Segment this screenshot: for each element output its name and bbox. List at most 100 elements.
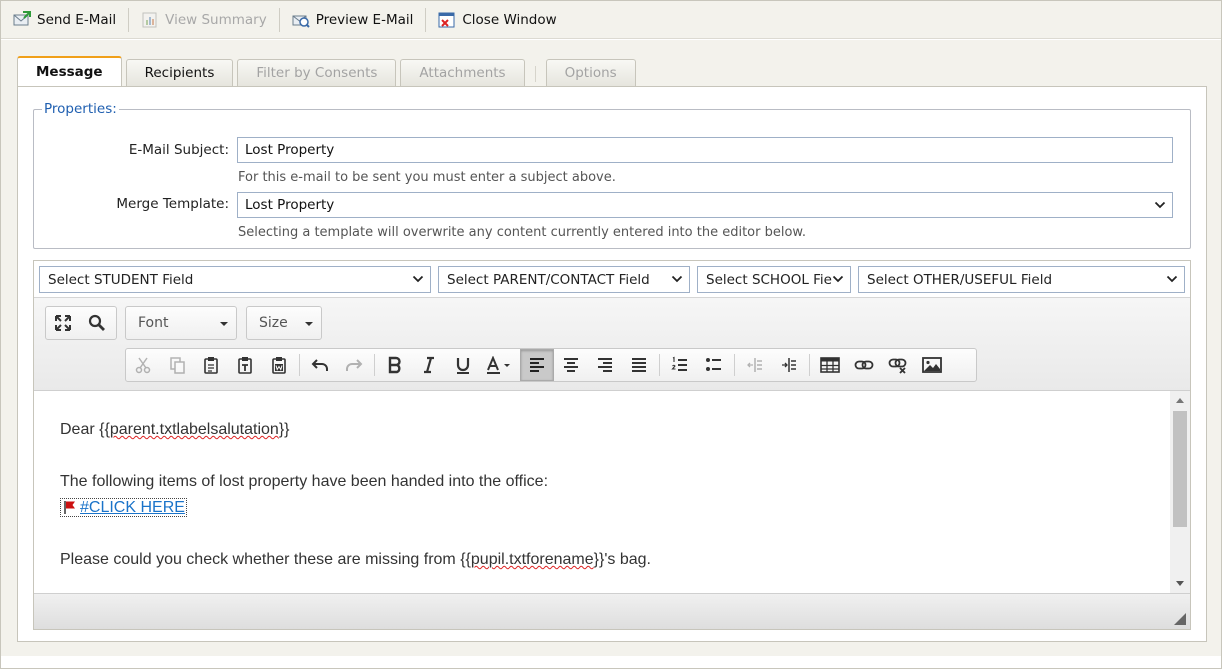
resize-grip-icon[interactable]	[1174, 613, 1186, 625]
numbered-list-button[interactable]	[663, 349, 697, 381]
parent-field-select[interactable]: Select PARENT/CONTACT Field	[438, 266, 690, 293]
send-email-button[interactable]: Send E-Mail	[9, 7, 120, 33]
body-line-1: The following items of lost property hav…	[60, 473, 549, 490]
paste-word-icon	[272, 357, 286, 374]
chevron-down-icon	[1166, 275, 1178, 283]
scroll-down-arrow-icon[interactable]	[1175, 580, 1185, 588]
redo-icon	[346, 359, 363, 371]
subject-hint: For this e-mail to be sent you must ente…	[238, 170, 616, 185]
remove-link-button[interactable]	[881, 349, 915, 381]
redo-button[interactable]	[337, 349, 371, 381]
send-email-label: Send E-Mail	[37, 11, 117, 28]
maximize-button[interactable]	[46, 307, 80, 339]
preview-mail-icon	[292, 11, 310, 29]
properties-legend: Properties:	[44, 101, 117, 117]
align-right-button[interactable]	[588, 349, 622, 381]
indent-button[interactable]	[772, 349, 806, 381]
cut-button[interactable]	[126, 349, 160, 381]
insert-image-button[interactable]	[915, 349, 949, 381]
align-left-icon	[530, 358, 544, 372]
email-window: Send E-Mail View Summary Preview E-Mail …	[0, 0, 1222, 669]
scissors-icon	[135, 357, 151, 374]
chevron-down-icon	[412, 275, 424, 283]
student-field-label: Select STUDENT Field	[48, 271, 194, 288]
bullet-list-button[interactable]	[697, 349, 731, 381]
tab-filter-by-consents[interactable]: Filter by Consents	[237, 59, 397, 86]
tab-strip: Message Recipients Filter by Consents At…	[17, 56, 640, 86]
greeting-suffix: }}	[278, 421, 290, 438]
chevron-down-icon	[671, 275, 683, 283]
paste-text-icon	[238, 357, 252, 374]
bold-button[interactable]	[378, 349, 412, 381]
fullscreen-icon	[55, 315, 71, 331]
summary-icon	[141, 11, 159, 29]
school-field-label: Select SCHOOL Field	[706, 271, 845, 288]
main-panel: Message Recipients Filter by Consents At…	[1, 40, 1221, 656]
align-left-button[interactable]	[520, 349, 554, 381]
italic-button[interactable]	[412, 349, 446, 381]
template-value: Lost Property	[245, 197, 335, 213]
school-field-select[interactable]: Select SCHOOL Field	[697, 266, 851, 293]
toolbar-divider	[659, 354, 660, 376]
outdent-button[interactable]	[738, 349, 772, 381]
align-right-icon	[598, 358, 612, 372]
message-tab-body: Properties: E-Mail Subject: Lost Propert…	[17, 86, 1207, 642]
paste-word-button[interactable]	[262, 349, 296, 381]
other-field-select[interactable]: Select OTHER/USEFUL Field	[858, 266, 1185, 293]
tab-attachments[interactable]: Attachments	[400, 59, 525, 86]
align-center-icon	[564, 358, 578, 372]
html-editor: Select STUDENT Field Select PARENT/CONTA…	[33, 260, 1191, 630]
find-button[interactable]	[80, 307, 114, 339]
paste-text-button[interactable]	[228, 349, 262, 381]
copy-icon	[170, 357, 185, 374]
numbered-list-icon	[671, 356, 687, 371]
underline-button[interactable]	[446, 349, 480, 381]
clipboard-icon	[204, 357, 218, 374]
line2-prefix: Please could you check whether these are…	[60, 551, 471, 568]
salutation-merge-field: parent.txtlabelsalutation	[109, 421, 279, 438]
insert-link-button[interactable]	[847, 349, 881, 381]
scroll-up-arrow-icon[interactable]	[1175, 396, 1185, 404]
view-summary-label: View Summary	[165, 11, 267, 28]
toolbar-divider	[734, 354, 735, 376]
paste-button[interactable]	[194, 349, 228, 381]
tab-options[interactable]: Options	[545, 59, 636, 86]
caret-down-icon	[220, 322, 228, 326]
close-window-label: Close Window	[462, 11, 557, 28]
preview-email-button[interactable]: Preview E-Mail	[288, 7, 418, 33]
toolbar-divider	[299, 354, 300, 376]
editor-vertical-scrollbar[interactable]	[1170, 391, 1190, 593]
font-dropdown[interactable]: Font	[125, 306, 237, 340]
copy-button[interactable]	[160, 349, 194, 381]
image-icon	[922, 357, 942, 373]
insert-table-button[interactable]	[813, 349, 847, 381]
flag-icon	[64, 501, 75, 514]
undo-button[interactable]	[303, 349, 337, 381]
view-summary-button[interactable]: View Summary	[137, 7, 271, 33]
merge-field-row: Select STUDENT Field Select PARENT/CONTA…	[34, 261, 1190, 297]
caret-down-icon	[305, 322, 313, 326]
link-icon	[854, 360, 874, 370]
undo-icon	[311, 359, 328, 371]
subject-input[interactable]: Lost Property	[237, 137, 1173, 163]
justify-button[interactable]	[622, 349, 656, 381]
align-justify-icon	[632, 358, 646, 372]
subject-value: Lost Property	[245, 142, 335, 158]
close-window-icon	[438, 11, 456, 29]
outdent-icon	[747, 358, 762, 372]
underline-icon	[456, 358, 470, 374]
click-here-link[interactable]: #CLICK HERE	[60, 498, 187, 517]
template-select[interactable]: Lost Property	[237, 192, 1173, 218]
scrollbar-thumb[interactable]	[1173, 411, 1187, 527]
align-center-button[interactable]	[554, 349, 588, 381]
text-color-button[interactable]	[480, 349, 520, 381]
editor-content[interactable]: Dear {{parent.txtlabelsalutation}} The f…	[34, 391, 1170, 593]
size-dropdown[interactable]: Size	[246, 306, 322, 340]
tab-recipients[interactable]: Recipients	[125, 59, 234, 86]
student-field-select[interactable]: Select STUDENT Field	[39, 266, 431, 293]
close-window-button[interactable]: Close Window	[434, 7, 560, 33]
main-toolbar: Send E-Mail View Summary Preview E-Mail …	[1, 1, 1221, 39]
tab-message[interactable]: Message	[17, 56, 122, 86]
